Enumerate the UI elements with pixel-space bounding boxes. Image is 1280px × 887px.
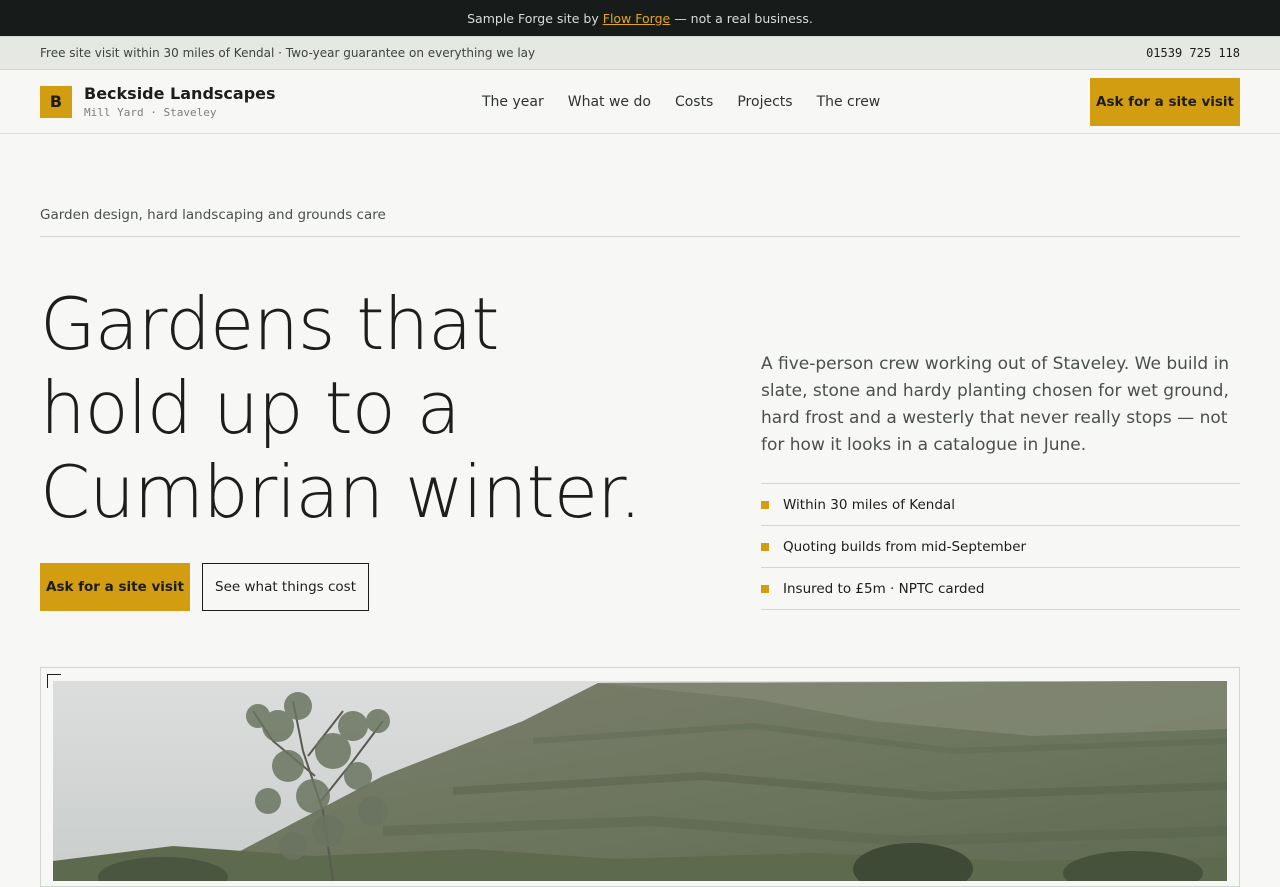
nav-projects[interactable]: Projects bbox=[737, 94, 792, 110]
fact-text: Within 30 miles of Kendal bbox=[783, 496, 955, 513]
info-strip-text: Free site visit within 30 miles of Kenda… bbox=[40, 46, 536, 60]
site-header: B Beckside Landscapes Mill Yard · Stavel… bbox=[0, 70, 1280, 134]
fell-landscape-image bbox=[53, 681, 1227, 881]
brand[interactable]: B Beckside Landscapes Mill Yard · Stavel… bbox=[40, 84, 276, 119]
hero-title-line-1: Gardens that bbox=[40, 282, 499, 366]
hero-title-line-2: hold up to a bbox=[40, 366, 461, 450]
fact-item: Insured to £5m · NPTC carded bbox=[761, 568, 1240, 610]
demo-banner-prefix: Sample Forge site by bbox=[467, 10, 599, 26]
nav-costs[interactable]: Costs bbox=[675, 94, 713, 110]
brand-text: Beckside Landscapes Mill Yard · Staveley bbox=[84, 84, 276, 119]
brand-location: Mill Yard · Staveley bbox=[84, 106, 217, 119]
brand-logo: B bbox=[40, 85, 72, 118]
nav-what-we-do[interactable]: What we do bbox=[568, 94, 651, 110]
fact-text: Quoting builds from mid-September bbox=[783, 538, 1027, 555]
fact-item: Within 30 miles of Kendal bbox=[761, 484, 1240, 526]
hero-title-line-3: Cumbrian winter. bbox=[40, 450, 642, 534]
hero-photo-frame bbox=[40, 667, 1240, 887]
phone-number[interactable]: 01539 725 118 bbox=[1146, 46, 1240, 60]
square-bullet-icon bbox=[761, 542, 769, 551]
demo-banner-suffix: — not a real business. bbox=[674, 10, 813, 26]
brand-name: Beckside Landscapes bbox=[84, 84, 276, 103]
nav-the-crew[interactable]: The crew bbox=[817, 94, 881, 110]
nav-the-year[interactable]: The year bbox=[482, 94, 544, 110]
see-costs-button[interactable]: See what things cost bbox=[202, 563, 369, 611]
fact-text: Insured to £5m · NPTC carded bbox=[783, 580, 985, 597]
hero-title: Gardens that hold up to a Cumbrian winte… bbox=[40, 282, 680, 534]
hero-site-visit-button[interactable]: Ask for a site visit bbox=[40, 563, 190, 611]
square-bullet-icon bbox=[761, 584, 769, 593]
hero-side: A five-person crew working out of Stavel… bbox=[761, 351, 1240, 610]
facts-list: Within 30 miles of Kendal Quoting builds… bbox=[761, 484, 1240, 610]
square-bullet-icon bbox=[761, 500, 769, 509]
main-nav: The year What we do Costs Projects The c… bbox=[482, 70, 880, 134]
fact-item: Quoting builds from mid-September bbox=[761, 526, 1240, 568]
header-site-visit-button[interactable]: Ask for a site visit bbox=[1090, 78, 1240, 126]
demo-banner: Sample Forge site by Flow Forge — not a … bbox=[0, 0, 1280, 36]
hero-eyebrow: Garden design, hard landscaping and grou… bbox=[40, 207, 1240, 237]
info-strip: Free site visit within 30 miles of Kenda… bbox=[0, 36, 1280, 70]
landscape-photo bbox=[53, 681, 1227, 881]
flow-forge-link[interactable]: Flow Forge bbox=[603, 11, 670, 26]
hero-buttons: Ask for a site visit See what things cos… bbox=[40, 563, 369, 611]
hero-lede: A five-person crew working out of Stavel… bbox=[761, 351, 1240, 484]
